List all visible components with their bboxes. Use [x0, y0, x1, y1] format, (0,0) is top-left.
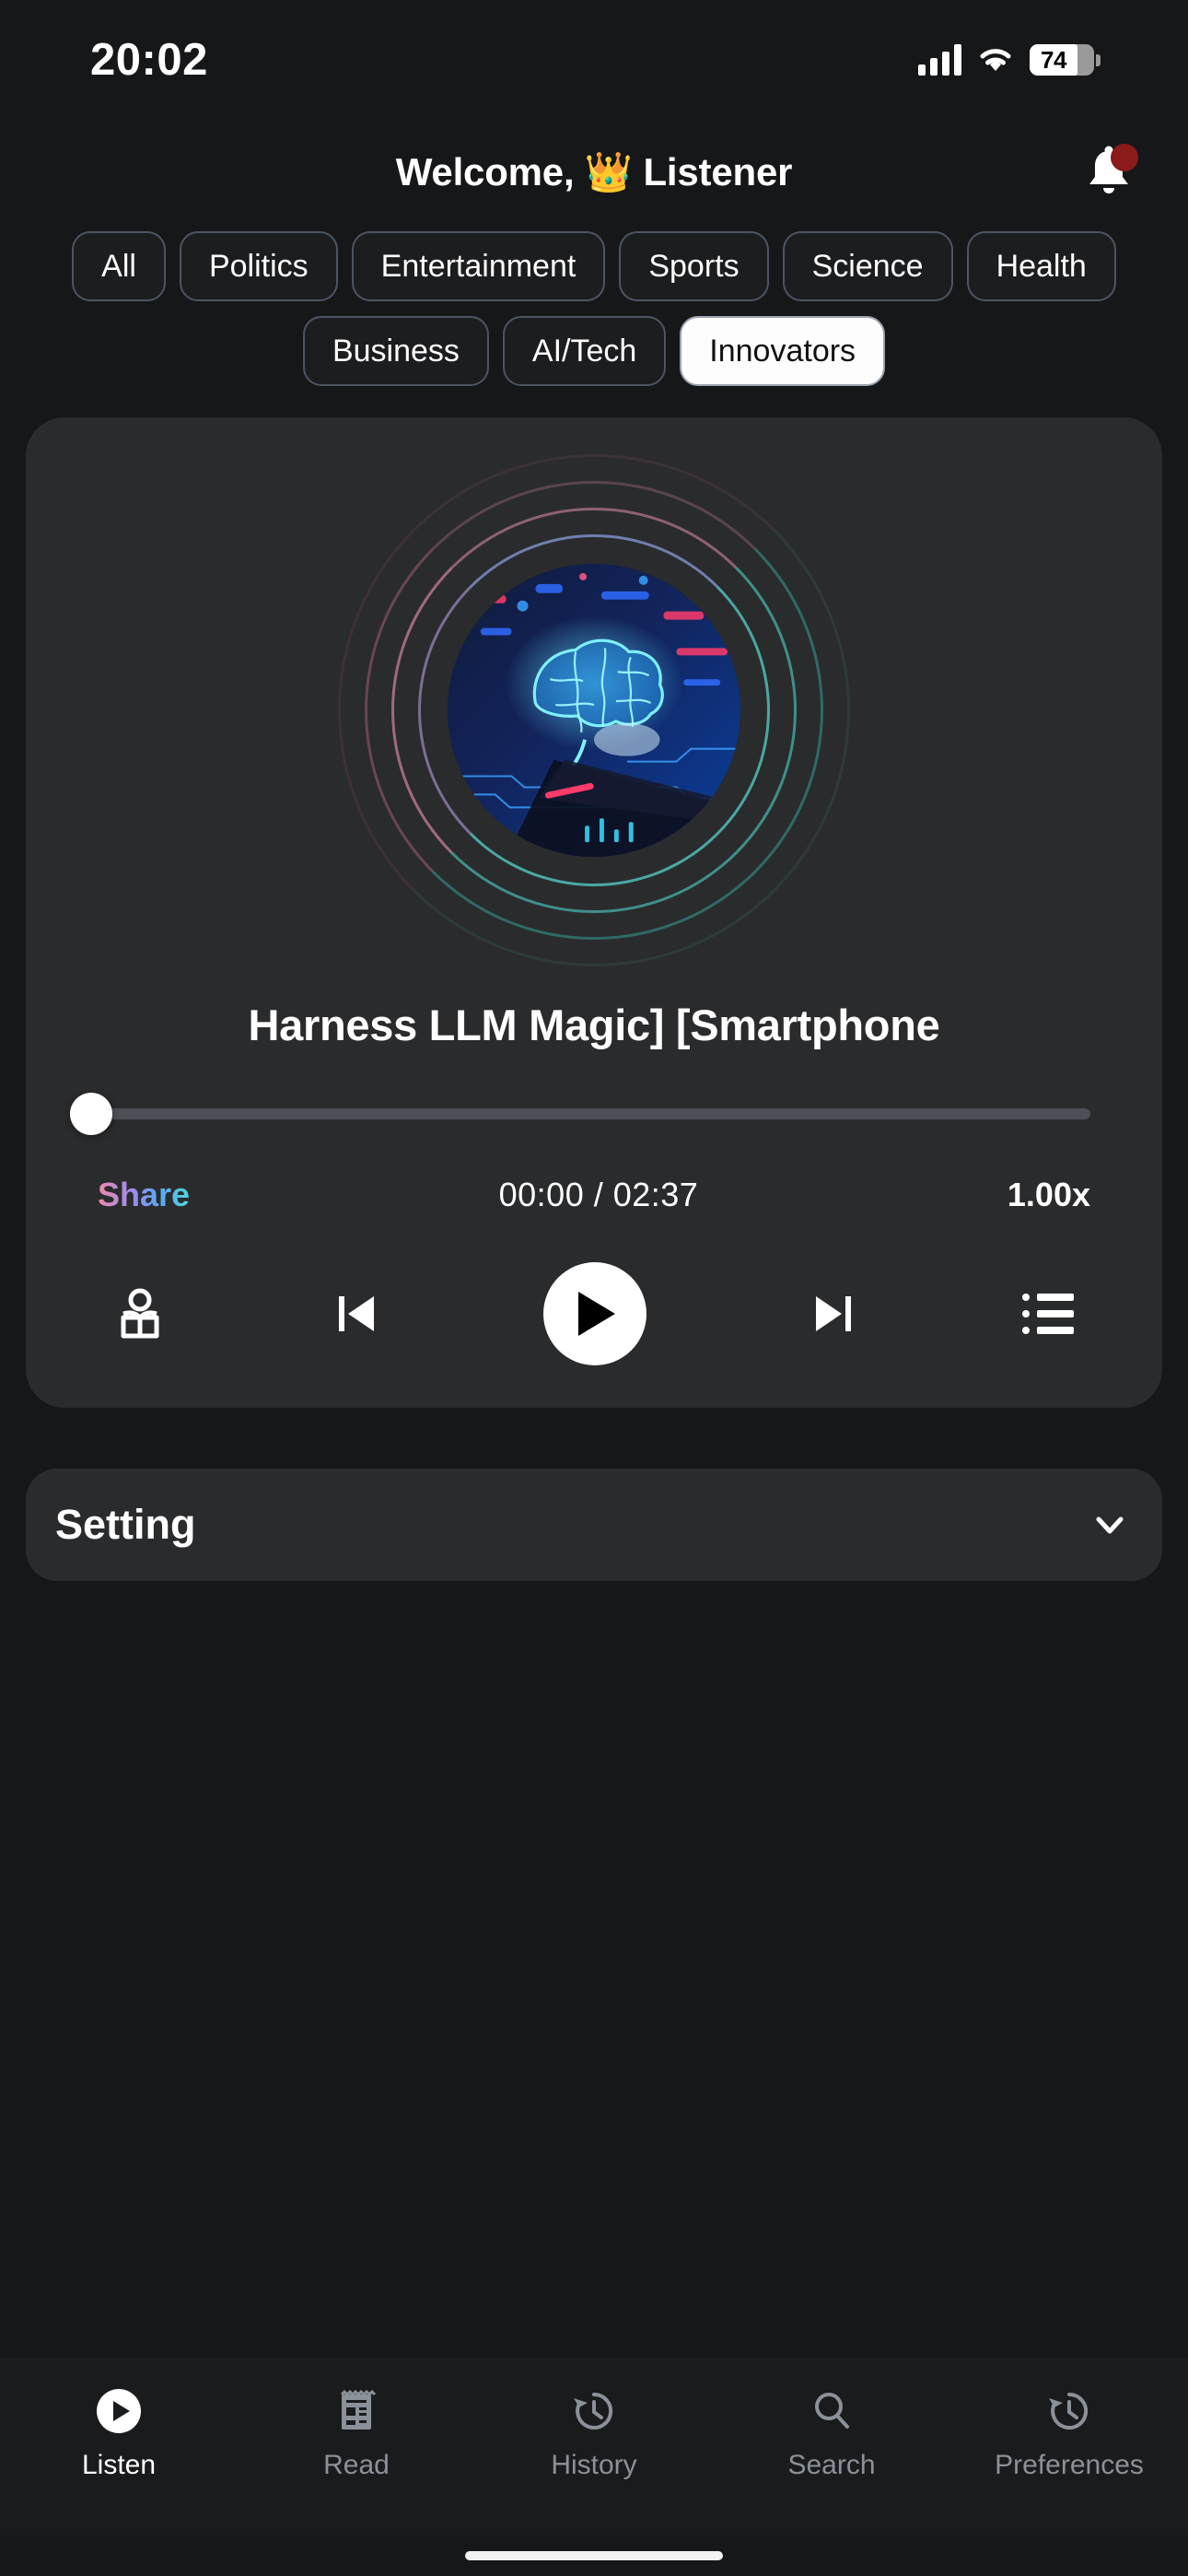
clock-history-icon: [1045, 2385, 1093, 2437]
player-meta-row: Share 00:00 / 02:37 1.00x: [26, 1176, 1162, 1214]
setting-label: Setting: [55, 1501, 196, 1548]
play-button[interactable]: [543, 1262, 646, 1365]
category-chip-sports[interactable]: Sports: [619, 231, 769, 301]
app-header: Welcome, 👑 Listener: [0, 120, 1188, 226]
battery-icon: 74: [1030, 44, 1101, 76]
next-button[interactable]: [805, 1285, 862, 1342]
brain-circuit-artwork: [448, 564, 740, 857]
tab-label-read: Read: [323, 2450, 390, 2480]
home-indicator[interactable]: [465, 2551, 723, 2560]
category-chip-health[interactable]: Health: [966, 231, 1116, 301]
previous-icon: [339, 1296, 374, 1331]
status-bar: 20:02 74: [0, 0, 1188, 120]
bottom-tab-bar: Listen Read History Search Preferences: [0, 2359, 1188, 2535]
search-icon: [808, 2385, 856, 2437]
playback-speed-button[interactable]: 1.00x: [1007, 1176, 1090, 1214]
timecode-label: 00:00 / 02:37: [498, 1176, 699, 1213]
notification-badge: [1111, 143, 1138, 171]
narrator-button[interactable]: [111, 1284, 169, 1343]
clock-history-icon: [570, 2385, 618, 2437]
category-chip-innovators[interactable]: Innovators: [680, 316, 886, 386]
wifi-icon: [980, 49, 1011, 71]
play-circle-icon: [95, 2385, 143, 2437]
battery-percent: 74: [1041, 45, 1066, 74]
newspaper-icon: [332, 2385, 380, 2437]
tab-preferences[interactable]: Preferences: [950, 2385, 1188, 2481]
tab-label-history: History: [551, 2450, 637, 2480]
queue-button[interactable]: [1020, 1289, 1077, 1339]
category-chip-politics[interactable]: Politics: [179, 231, 338, 301]
category-chip-ai-tech[interactable]: AI/Tech: [502, 316, 667, 386]
category-filter-list: All Politics Entertainment Sports Scienc…: [0, 226, 1188, 386]
progress-thumb[interactable]: [70, 1093, 112, 1135]
category-chip-business[interactable]: Business: [302, 316, 489, 386]
notifications-button[interactable]: [1076, 140, 1142, 206]
status-bar-indicators: 74: [918, 44, 1101, 76]
category-chip-science[interactable]: Science: [782, 231, 953, 301]
tab-label-preferences: Preferences: [995, 2450, 1144, 2480]
tab-search[interactable]: Search: [713, 2385, 950, 2481]
category-chip-entertainment[interactable]: Entertainment: [351, 231, 606, 301]
narrator-icon: [121, 1288, 159, 1339]
track-title: Harness LLM Magic] [Smartphone: [248, 1001, 940, 1049]
tab-read[interactable]: Read: [238, 2385, 475, 2481]
progress-track: [99, 1108, 1090, 1119]
tab-history[interactable]: History: [475, 2385, 713, 2481]
share-button[interactable]: Share: [98, 1176, 190, 1214]
album-artwork[interactable]: [448, 564, 740, 857]
category-chip-all[interactable]: All: [72, 231, 166, 301]
home-indicator-area: [0, 2535, 1188, 2576]
tab-listen[interactable]: Listen: [0, 2385, 238, 2481]
setting-section[interactable]: Setting: [26, 1469, 1162, 1581]
album-artwork-area: [336, 452, 852, 968]
next-icon: [816, 1296, 851, 1331]
tab-label-search: Search: [787, 2450, 876, 2480]
transport-controls: [26, 1262, 1162, 1365]
tab-label-listen: Listen: [81, 2450, 157, 2480]
playlist-icon: [1022, 1294, 1074, 1334]
welcome-greeting: Welcome, 👑 Listener: [395, 150, 793, 193]
cellular-signal-icon: [918, 44, 961, 76]
previous-button[interactable]: [328, 1285, 385, 1342]
player-card: Harness LLM Magic] [Smartphone Share 00:…: [26, 417, 1162, 1408]
progress-slider[interactable]: [26, 1093, 1162, 1135]
chevron-down-icon[interactable]: [1087, 1502, 1133, 1548]
play-icon: [578, 1292, 615, 1336]
app-screen: 20:02 74 Welcome, 👑 Listener All Politic…: [0, 0, 1188, 2576]
status-bar-time: 20:02: [90, 35, 208, 85]
